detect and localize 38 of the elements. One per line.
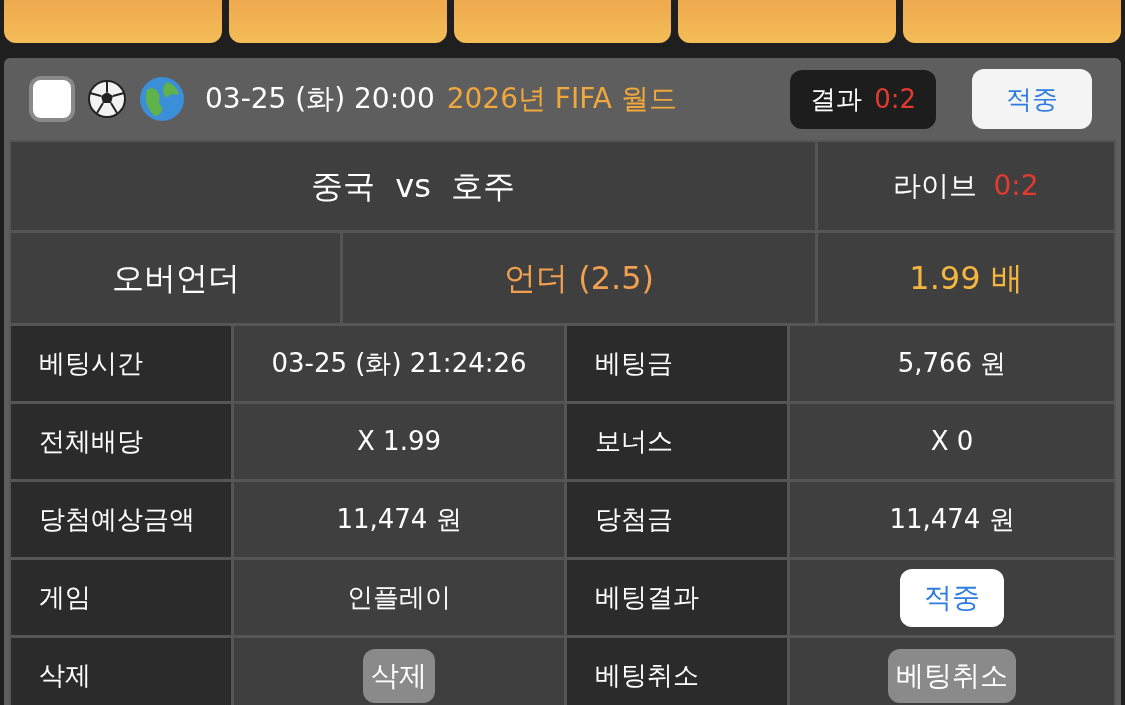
action-button[interactable]: [903, 0, 1121, 43]
globe-icon: [139, 76, 185, 122]
detail-value: 5,766 원: [897, 347, 1007, 380]
pick-cell: 언더 (2.5): [343, 233, 815, 323]
league-name: 2026년 FIFA 월드: [446, 81, 677, 117]
detail-label: 베팅시간: [11, 326, 231, 401]
detail-label: 게임: [11, 560, 231, 635]
detail-label: 삭제: [11, 638, 231, 705]
match-datetime: 03-25 (화) 20:00: [205, 81, 435, 117]
result-badge: 적중: [900, 568, 1004, 627]
detail-value: X 1.99: [357, 425, 441, 458]
result-badge: 결과 0:2: [790, 69, 936, 129]
odds-cell: 1.99 배: [818, 233, 1114, 323]
cancel-bet-button[interactable]: 베팅취소: [888, 648, 1016, 703]
detail-value: 03-25 (화) 21:24:26: [271, 347, 527, 380]
detail-label: 보너스: [567, 404, 787, 479]
detail-label: 베팅결과: [567, 560, 787, 635]
delete-button[interactable]: 삭제: [363, 648, 435, 703]
market-cell: 오버언더: [11, 233, 340, 323]
detail-value: 11,474 원: [336, 503, 462, 536]
select-checkbox[interactable]: [29, 76, 75, 122]
action-button[interactable]: [228, 0, 447, 43]
live-score: 0:2: [993, 168, 1039, 204]
detail-label: 당첨금: [567, 482, 787, 557]
detail-label: 베팅취소: [567, 638, 787, 705]
live-label: 라이브: [893, 168, 978, 204]
detail-label: 당첨예상금액: [11, 482, 231, 557]
detail-value: 인플레이: [347, 581, 451, 614]
action-button[interactable]: [453, 0, 672, 43]
detail-value: X 0: [930, 425, 974, 458]
status-badge: 적중: [972, 69, 1092, 129]
match-cell: 중국 vs 호주: [11, 142, 815, 230]
detail-label: 전체배당: [11, 404, 231, 479]
action-button[interactable]: [4, 0, 222, 43]
detail-label: 베팅금: [567, 326, 787, 401]
soccer-ball-icon: [87, 79, 127, 119]
detail-value: 11,474 원: [889, 503, 1015, 536]
action-button[interactable]: [678, 0, 897, 43]
